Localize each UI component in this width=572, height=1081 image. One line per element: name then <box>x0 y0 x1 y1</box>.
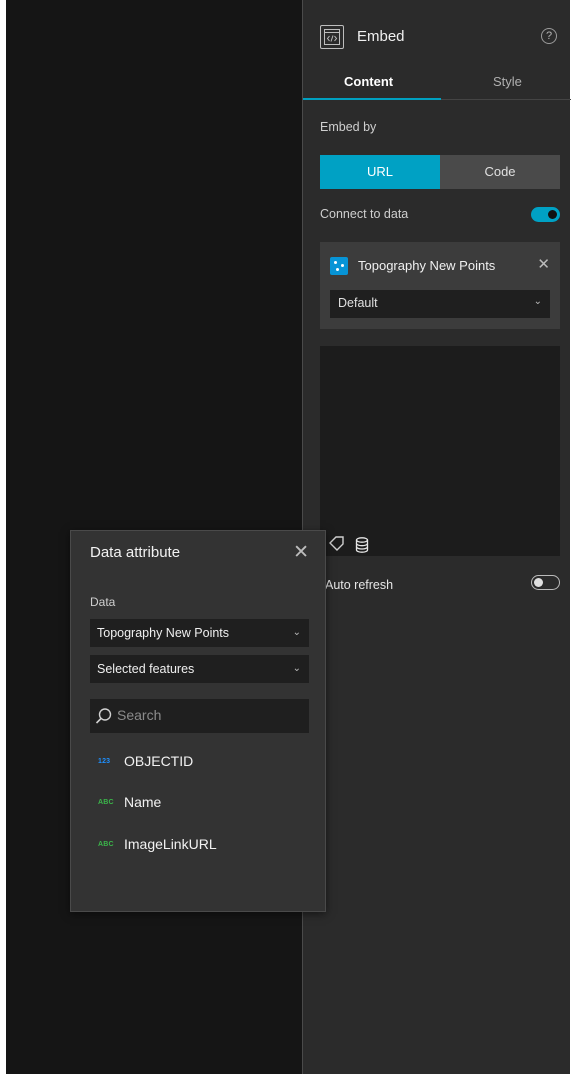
data-view-select[interactable]: Default ⌄ <box>330 290 550 318</box>
string-type-icon: ABC <box>98 841 114 848</box>
embed-url-button[interactable]: URL <box>320 155 440 189</box>
auto-refresh-toggle[interactable] <box>531 575 560 590</box>
embed-by-label: Embed by <box>320 120 377 134</box>
embed-widget-icon <box>320 25 344 49</box>
settings-panel: Embed ? Content Style Embed by URL Code … <box>302 0 571 1074</box>
data-source-select[interactable]: Topography New Points ⌄ <box>90 619 309 647</box>
bottom-edge <box>0 1074 572 1081</box>
toggle-knob <box>548 210 557 219</box>
embed-code-button[interactable]: Code <box>440 155 560 189</box>
chevron-down-icon: ⌄ <box>533 296 542 307</box>
selection-select[interactable]: Selected features ⌄ <box>90 655 309 683</box>
toggle-knob <box>534 578 543 587</box>
panel-title: Embed <box>357 28 405 45</box>
tab-bar: Content Style <box>303 70 571 100</box>
tab-content[interactable]: Content <box>344 74 393 89</box>
number-type-icon: 123 <box>98 758 111 765</box>
panel-header: Embed ? <box>303 0 571 70</box>
chevron-down-icon: ⌄ <box>292 663 301 674</box>
data-source-card: Topography New Points ✕ Default ⌄ <box>320 242 560 329</box>
search-field[interactable]: Search <box>90 699 309 733</box>
field-name: ImageLinkURL <box>124 836 217 852</box>
tag-icon[interactable] <box>327 534 347 554</box>
search-placeholder: Search <box>117 707 162 723</box>
field-name: Name <box>124 794 162 810</box>
field-name: OBJECTID <box>124 753 194 769</box>
active-tab-indicator <box>303 98 441 100</box>
search-icon <box>95 708 112 724</box>
string-type-icon: ABC <box>98 799 114 806</box>
close-icon[interactable]: ✕ <box>293 541 309 564</box>
data-view-value: Default <box>338 296 378 310</box>
data-source-name: Topography New Points <box>358 258 496 273</box>
point-layer-icon <box>330 257 348 275</box>
auto-refresh-label: Auto refresh <box>325 578 394 592</box>
connect-to-data-label: Connect to data <box>320 207 409 221</box>
database-icon[interactable] <box>355 537 369 553</box>
popup-title: Data attribute <box>90 544 181 561</box>
data-attribute-popup: Data attribute ✕ Data Topography New Poi… <box>70 530 326 912</box>
url-editor[interactable] <box>320 346 560 556</box>
close-icon[interactable]: ✕ <box>537 255 550 273</box>
chevron-down-icon: ⌄ <box>292 627 301 638</box>
connect-to-data-toggle[interactable] <box>531 207 560 222</box>
data-label: Data <box>90 595 116 609</box>
data-source-select-value: Topography New Points <box>97 626 230 640</box>
help-icon[interactable]: ? <box>541 28 557 44</box>
selection-select-value: Selected features <box>97 662 195 676</box>
tab-style[interactable]: Style <box>493 74 522 89</box>
